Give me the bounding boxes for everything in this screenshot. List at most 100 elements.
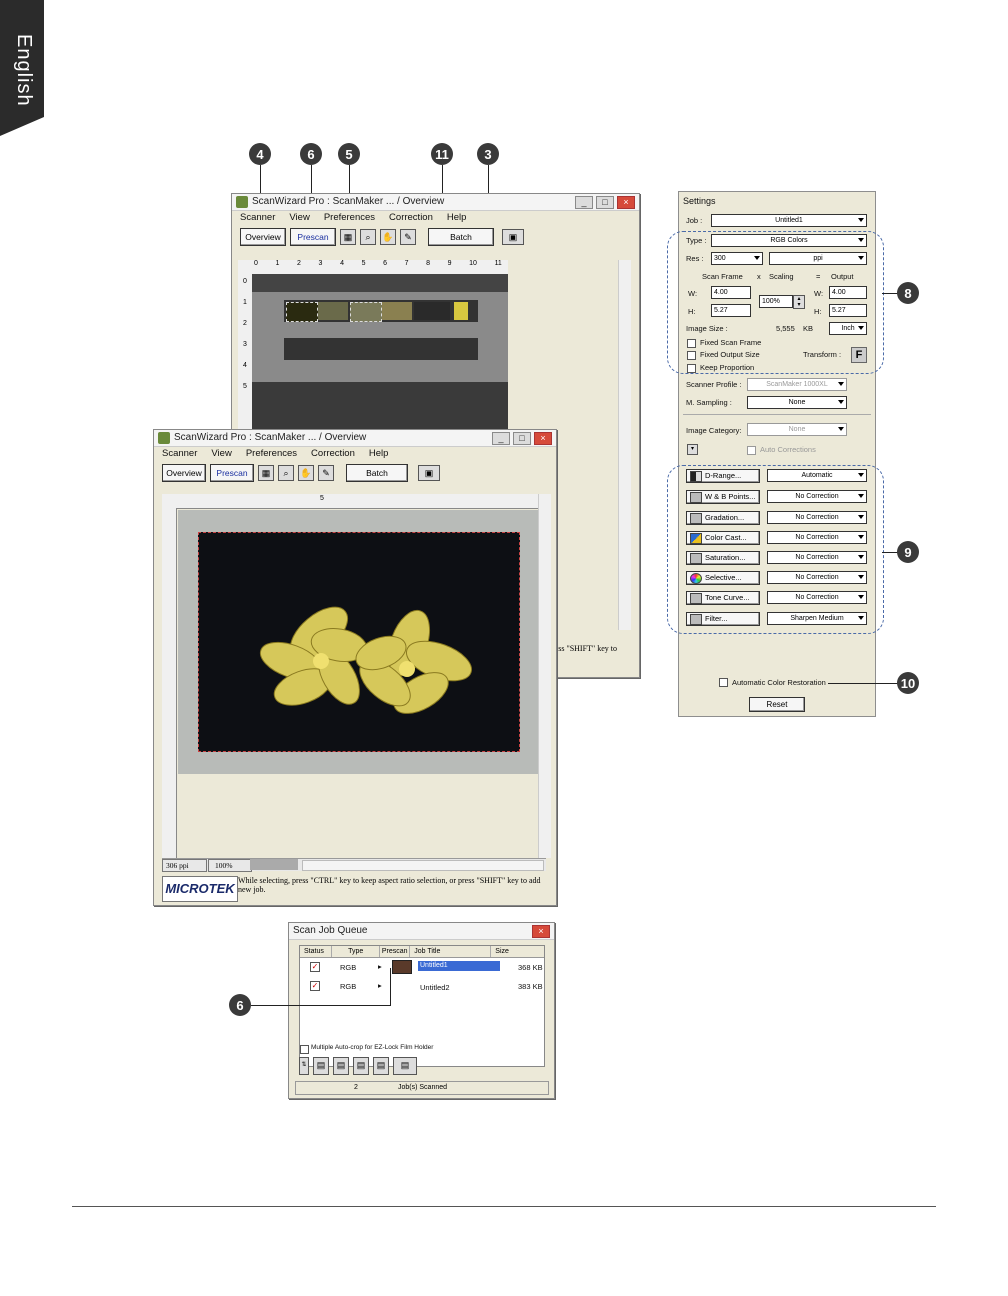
film-frame[interactable] [350, 302, 382, 322]
zoom-controls[interactable] [250, 859, 298, 870]
hand-tool-icon[interactable]: ✋ [298, 465, 314, 481]
hand-tool-icon[interactable]: ✋ [380, 229, 396, 245]
row1-status-checkbox[interactable]: ✓ [310, 962, 320, 972]
close-button[interactable]: × [532, 925, 550, 938]
scan-selection-frame[interactable] [198, 532, 520, 752]
eyedropper-tool-icon[interactable]: ✎ [318, 465, 334, 481]
left-ruler [162, 508, 177, 858]
menu-preferences[interactable]: Preferences [246, 447, 297, 461]
menu-help[interactable]: Help [447, 211, 467, 225]
batch-button[interactable]: Batch [428, 228, 494, 246]
menu-view[interactable]: View [289, 211, 309, 225]
crop-tool-icon[interactable]: ▦ [258, 465, 274, 481]
row2-expand-icon[interactable]: ▸ [378, 981, 382, 990]
column-size[interactable]: Size [491, 946, 544, 957]
ruler-number: 6 [383, 260, 387, 267]
ruler-number: 8 [426, 260, 431, 267]
scan-job-icon[interactable]: ▤ [373, 1057, 389, 1075]
menu-scanner[interactable]: Scanner [240, 211, 275, 225]
film-strip-edge [252, 274, 508, 292]
ruler-number: 2 [297, 260, 301, 267]
column-job-title[interactable]: Job Title [410, 946, 492, 957]
callout-prescan: 6 [300, 143, 322, 165]
auto-color-restoration-label: Automatic Color Restoration [732, 678, 826, 687]
multi-crop-label: Multiple Auto-crop for EZ-Lock Film Hold… [311, 1044, 434, 1051]
ruler-number: 5 [320, 495, 324, 502]
menu-view[interactable]: View [211, 447, 231, 461]
prescan-button[interactable]: Prescan [210, 464, 254, 482]
overview-canvas[interactable] [252, 274, 508, 434]
settings-title: Settings [683, 196, 716, 206]
menu-preferences[interactable]: Preferences [324, 211, 375, 225]
new-job-icon[interactable]: ▤ [333, 1057, 349, 1075]
auto-corrections-checkbox[interactable] [747, 446, 756, 455]
top-ruler: 5 [162, 494, 538, 509]
overview-button[interactable]: Overview [240, 228, 286, 246]
menu-correction[interactable]: Correction [311, 447, 355, 461]
load-save-icon[interactable]: ▤ [393, 1057, 417, 1075]
row2-size: 383 KB [518, 982, 543, 991]
ruler-number: 9 [447, 260, 452, 267]
move-up-icon[interactable]: ⇅ [299, 1057, 309, 1075]
film-frame[interactable] [454, 302, 468, 320]
ruler-number: 5 [361, 260, 366, 267]
film-frame[interactable] [318, 302, 348, 320]
prescan-canvas[interactable] [178, 510, 538, 774]
column-status[interactable]: Status [300, 946, 333, 957]
scanner-profile-dropdown[interactable]: ScanMaker 1000XL [747, 378, 847, 391]
zoom-tool-icon[interactable]: ⌕ [360, 229, 376, 245]
auto-color-restoration-checkbox[interactable] [719, 678, 728, 687]
job-dropdown[interactable]: Untitled1 [711, 214, 867, 227]
reset-button[interactable]: Reset [749, 697, 805, 712]
row2-status-checkbox[interactable]: ✓ [310, 981, 320, 991]
maximize-button[interactable]: □ [513, 432, 531, 445]
m-sampling-dropdown[interactable]: None [747, 396, 847, 409]
column-type[interactable]: Type [332, 946, 381, 957]
microtek-logo: MICROTEK [162, 876, 238, 902]
row1-size: 368 KB [518, 963, 543, 972]
ruler-number: 11 [494, 260, 502, 267]
vertical-scrollbar[interactable] [618, 260, 631, 630]
callout-prescan-thumbnail: 6 [229, 994, 251, 1016]
app-icon [158, 432, 170, 444]
column-prescan[interactable]: Prescan [380, 946, 411, 957]
status-message: While selecting, press "CTRL" key to kee… [238, 876, 541, 894]
film-icon[interactable]: ▣ [418, 465, 440, 481]
zoom-tool-icon[interactable]: ⌕ [278, 465, 294, 481]
close-button[interactable]: × [534, 432, 552, 445]
app-icon [236, 196, 248, 208]
row1-job-title[interactable]: Untitled1 [418, 961, 500, 971]
queue-status-bar: 2 Job(s) Scanned [295, 1081, 549, 1095]
film-frame[interactable] [414, 302, 450, 320]
minimize-button[interactable]: _ [492, 432, 510, 445]
film-icon[interactable]: ▣ [502, 229, 524, 245]
callout-film: 3 [477, 143, 499, 165]
prescan-button[interactable]: Prescan [290, 228, 336, 246]
multi-crop-checkbox[interactable] [300, 1045, 309, 1054]
expand-icon[interactable]: ▾ [687, 444, 698, 455]
menu-scanner[interactable]: Scanner [162, 447, 197, 461]
title-bar: Scan Job Queue × [289, 923, 554, 940]
menu-help[interactable]: Help [369, 447, 389, 461]
image-category-dropdown[interactable]: None [747, 423, 847, 436]
maximize-button[interactable]: □ [596, 196, 614, 209]
menu-correction[interactable]: Correction [389, 211, 433, 225]
batch-button[interactable]: Batch [346, 464, 408, 482]
minimize-button[interactable]: _ [575, 196, 593, 209]
delete-job-icon[interactable]: ▤ [353, 1057, 369, 1075]
film-strip [284, 300, 478, 322]
film-frame[interactable] [382, 302, 412, 320]
row2-job-title[interactable]: Untitled2 [420, 983, 450, 992]
duplicate-job-icon[interactable]: ▤ [313, 1057, 329, 1075]
menu-bar: Scanner View Preferences Correction Help [232, 211, 639, 225]
status-row: 306 ppi 100% [162, 858, 546, 872]
queue-toolbar: ⇅ ▤ ▤ ▤ ▤ ▤ [299, 1057, 417, 1075]
film-frame[interactable] [286, 302, 318, 322]
close-button[interactable]: × [617, 196, 635, 209]
overview-button[interactable]: Overview [162, 464, 206, 482]
crop-tool-icon[interactable]: ▦ [340, 229, 356, 245]
row1-expand-icon[interactable]: ▸ [378, 962, 382, 971]
eyedropper-tool-icon[interactable]: ✎ [400, 229, 416, 245]
horizontal-scrollbar[interactable] [302, 860, 544, 871]
vertical-scrollbar[interactable] [538, 494, 551, 858]
